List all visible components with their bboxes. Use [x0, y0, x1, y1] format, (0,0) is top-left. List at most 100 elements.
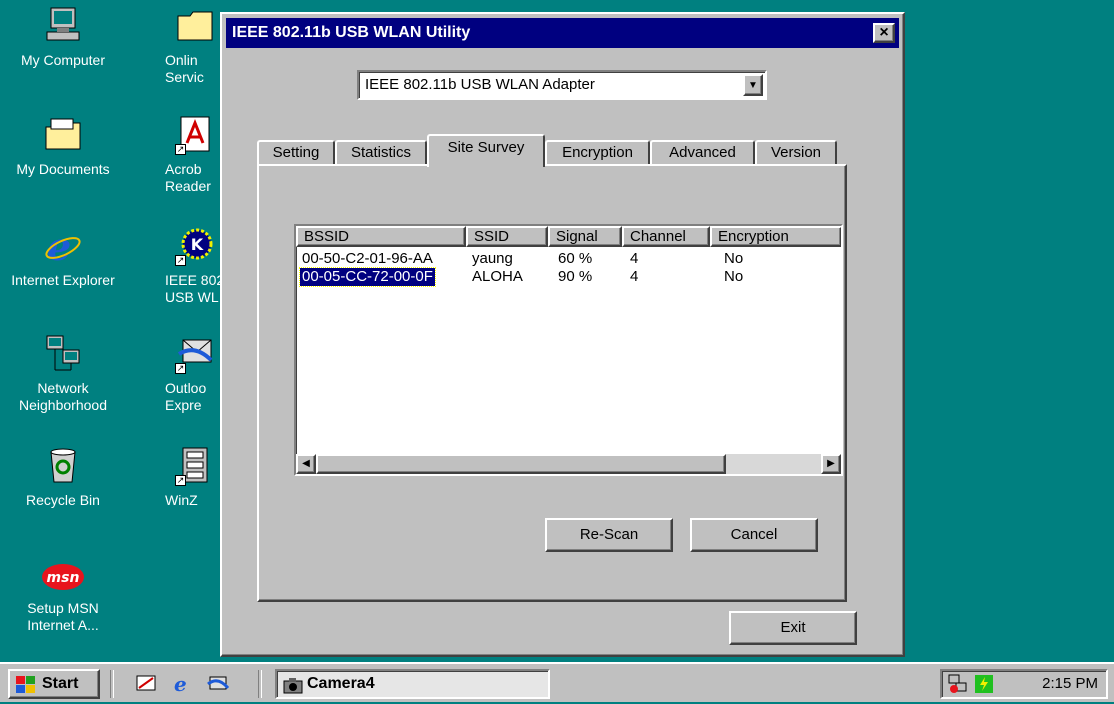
- cell-signal: 90 %: [558, 268, 593, 285]
- desktop-icon-network-neighborhood[interactable]: Network Neighborhood: [8, 334, 118, 414]
- internet-explorer-icon: e: [43, 224, 83, 269]
- desktop-icon-my-computer[interactable]: My Computer: [8, 6, 118, 69]
- svg-text:K: K: [191, 235, 204, 254]
- cell-bssid: 00-50-C2-01-96-AA: [302, 250, 433, 267]
- exit-button[interactable]: Exit: [729, 611, 857, 645]
- svg-text:e: e: [174, 672, 187, 694]
- cell-bssid: 00-05-CC-72-00-0F: [299, 267, 436, 287]
- start-label: Start: [42, 675, 79, 692]
- column-header-encryption[interactable]: Encryption: [710, 226, 841, 247]
- column-header-ssid[interactable]: SSID: [466, 226, 548, 247]
- msn-logo-text: msn: [47, 570, 80, 586]
- system-tray: 2:15 PM: [940, 669, 1108, 699]
- desktop-icon-recycle-bin[interactable]: Recycle Bin: [8, 446, 118, 509]
- cancel-button[interactable]: Cancel: [690, 518, 818, 552]
- cell-channel: 4: [630, 268, 639, 285]
- column-header-label: SSID: [474, 228, 510, 245]
- computer-icon: [43, 6, 83, 46]
- arrow-left-icon: ◀: [302, 458, 310, 469]
- close-icon: ×: [879, 24, 889, 41]
- site-survey-list[interactable]: BSSID SSID Signal Channel Encryption 00-…: [294, 224, 843, 476]
- column-header-label: Encryption: [718, 228, 789, 245]
- dropdown-arrow-button[interactable]: ▼: [743, 74, 763, 96]
- desktop-icon-internet-explorer[interactable]: e Internet Explorer: [8, 224, 118, 289]
- tab-label: Advanced: [669, 144, 736, 161]
- window-title: IEEE 802.11b USB WLAN Utility: [232, 24, 471, 41]
- tab-label: Statistics: [350, 144, 411, 161]
- outlook-express-icon: ↗: [175, 334, 215, 374]
- folder-icon: [43, 115, 83, 155]
- power-tray-icon[interactable]: [974, 674, 994, 694]
- network-icon: [43, 334, 83, 374]
- desktop-icon-label: Network Neighborhood: [19, 380, 107, 413]
- show-desktop-icon[interactable]: [135, 672, 157, 694]
- scroll-right-button[interactable]: ▶: [821, 454, 841, 474]
- column-header-label: BSSID: [304, 228, 350, 245]
- tab-site-survey[interactable]: Site Survey: [427, 134, 545, 167]
- adapter-select-value: IEEE 802.11b USB WLAN Adapter: [365, 76, 595, 93]
- winzip-icon: ↗: [175, 446, 215, 486]
- desktop-icon-my-documents[interactable]: My Documents: [8, 115, 118, 178]
- close-button[interactable]: ×: [873, 23, 895, 43]
- taskbar: Start e Camera4 2:15 PM: [0, 662, 1114, 702]
- desktop-icon-label: Internet Explorer: [11, 272, 115, 288]
- tab-setting[interactable]: Setting: [257, 140, 335, 164]
- shortcut-arrow-icon: ↗: [175, 475, 186, 486]
- wlan-utility-icon: K ↗: [175, 226, 215, 266]
- tab-label: Site Survey: [447, 139, 525, 156]
- svg-text:e: e: [47, 226, 71, 266]
- cell-ssid: ALOHA: [472, 268, 523, 285]
- tab-label: Version: [770, 144, 822, 161]
- arrow-right-icon: ▶: [827, 458, 835, 469]
- taskbar-separator: [258, 670, 262, 698]
- column-header-signal[interactable]: Signal: [548, 226, 622, 247]
- shortcut-arrow-icon: ↗: [175, 144, 186, 155]
- rescan-label: Re-Scan: [579, 526, 639, 543]
- network-tray-icon[interactable]: [948, 674, 968, 694]
- desktop-icon-setup-msn[interactable]: msn Setup MSN Internet A...: [8, 560, 118, 634]
- cell-channel: 4: [630, 250, 639, 267]
- column-header-label: Channel: [630, 228, 686, 245]
- scrollbar-thumb[interactable]: [316, 454, 726, 474]
- start-button[interactable]: Start: [8, 669, 100, 699]
- shortcut-arrow-icon: ↗: [175, 255, 186, 266]
- shortcut-arrow-icon: ↗: [175, 363, 186, 374]
- taskbar-separator: [110, 670, 114, 698]
- tab-statistics[interactable]: Statistics: [335, 140, 427, 164]
- tab-label: Setting: [272, 144, 320, 161]
- column-header-channel[interactable]: Channel: [622, 226, 710, 247]
- taskbar-item-label: Camera4: [307, 675, 375, 692]
- exit-label: Exit: [780, 619, 806, 636]
- horizontal-scrollbar[interactable]: ◀ ▶: [296, 454, 841, 474]
- cell-encryption: No: [724, 268, 744, 285]
- desktop-icon-label: My Documents: [16, 161, 110, 177]
- camera-icon: [283, 675, 303, 695]
- windows-logo-icon: [16, 676, 36, 694]
- cell-signal: 60 %: [558, 250, 593, 267]
- wlan-utility-window: IEEE 802.11b USB WLAN Utility × IEEE 802…: [220, 12, 905, 657]
- outlook-express-icon[interactable]: [207, 672, 230, 694]
- cell-ssid: yaung: [472, 250, 513, 267]
- tab-advanced[interactable]: Advanced: [650, 140, 755, 164]
- acrobat-icon: ↗: [175, 115, 215, 155]
- internet-explorer-icon[interactable]: e: [172, 672, 194, 696]
- folder-icon: [175, 6, 215, 46]
- desktop-icon-label: Recycle Bin: [26, 492, 100, 508]
- desktop-icon-label: Setup MSN Internet A...: [27, 600, 99, 633]
- scroll-left-button[interactable]: ◀: [296, 454, 316, 474]
- adapter-select[interactable]: IEEE 802.11b USB WLAN Adapter ▼: [357, 70, 767, 100]
- tab-version[interactable]: Version: [755, 140, 837, 164]
- cancel-label: Cancel: [730, 526, 778, 543]
- column-header-label: Signal: [556, 228, 598, 245]
- window-titlebar[interactable]: IEEE 802.11b USB WLAN Utility ×: [226, 18, 899, 48]
- column-header-bssid[interactable]: BSSID: [296, 226, 466, 247]
- taskbar-item-camera4[interactable]: Camera4: [275, 669, 550, 699]
- tab-encryption[interactable]: Encryption: [545, 140, 650, 164]
- cell-encryption: No: [724, 250, 744, 267]
- recycle-bin-icon: [43, 446, 83, 486]
- desktop-icon-label: My Computer: [20, 52, 106, 68]
- rescan-button[interactable]: Re-Scan: [545, 518, 673, 552]
- msn-logo-icon: msn: [40, 560, 86, 594]
- chevron-down-icon: ▼: [748, 80, 758, 91]
- clock[interactable]: 2:15 PM: [1042, 675, 1098, 692]
